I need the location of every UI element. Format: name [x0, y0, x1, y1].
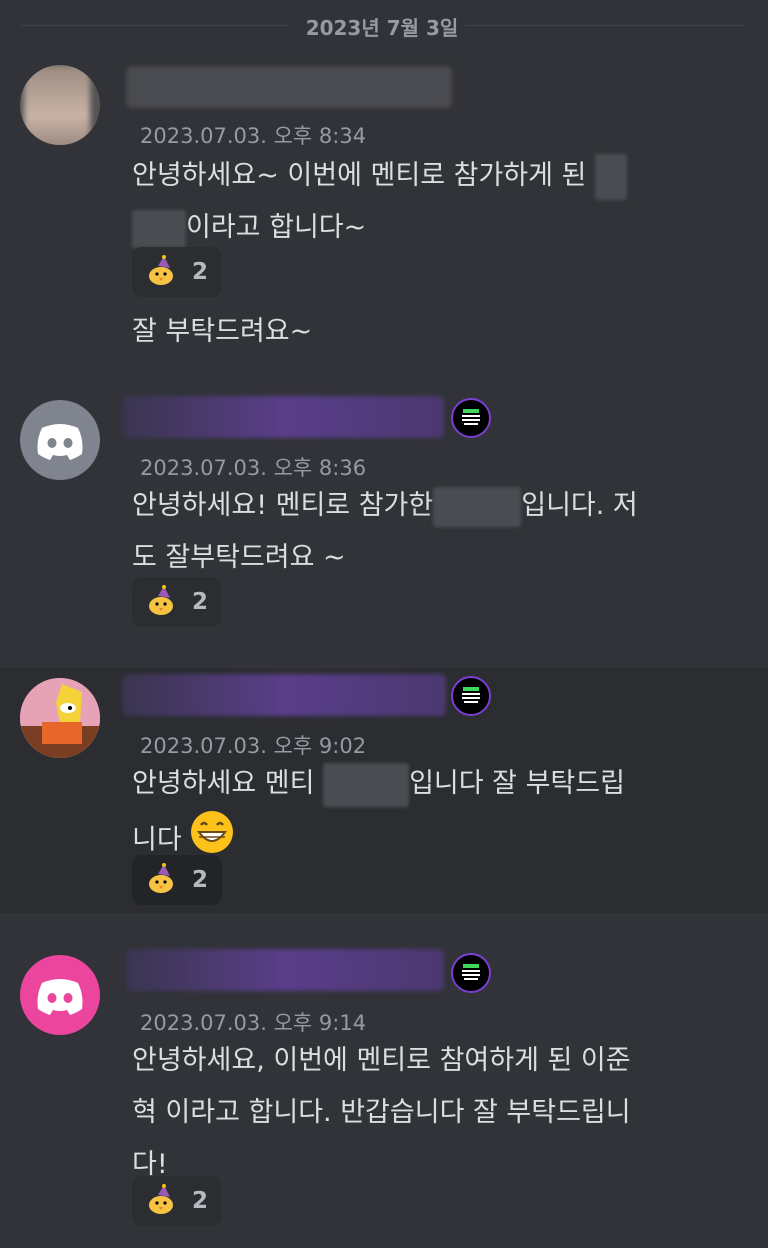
user-avatar-4[interactable] [20, 955, 100, 1035]
message-1: 2023.07.03. 오후 8:34 안녕하세요~ 이번에 멘티로 참가하게 … [0, 50, 768, 370]
discord-logo-icon [37, 979, 83, 1015]
user-avatar-1[interactable] [20, 65, 100, 145]
message-timestamp-1: 2023.07.03. 오후 8:34 [140, 124, 367, 148]
role-badge-icon [451, 953, 491, 993]
message-text-3b: 입니다 잘 부탁드립 [409, 768, 625, 799]
message-followup-1: 잘 부탁드려요~ [132, 316, 313, 347]
role-badge-icon [451, 676, 491, 716]
role-badge-icon [451, 398, 491, 438]
party-chick-icon [146, 862, 178, 898]
message-timestamp-3: 2023.07.03. 오후 9:02 [140, 734, 367, 758]
reaction-count-1: 2 [192, 259, 209, 285]
reaction-button-2[interactable]: 2 [132, 577, 222, 627]
message-text-2b: 입니다. 저 [521, 490, 638, 521]
message-text-2a: 안녕하세요! 멘티로 참가한 [132, 490, 434, 521]
message-text-1a: 안녕하세요~ 이번에 멘티로 참가하게 된 [132, 160, 587, 191]
party-chick-icon [146, 254, 178, 290]
redacted-name [595, 153, 627, 200]
message-text-3a: 안녕하세요 멘티 [132, 768, 315, 799]
message-3: 2023.07.03. 오후 9:02 안녕하세요 멘티 입니다 잘 부탁드립 … [0, 668, 768, 913]
date-divider-label: 2023년 7월 3일 [305, 16, 459, 40]
redacted-name [132, 209, 186, 248]
reaction-button-3[interactable]: 2 [132, 855, 222, 905]
message-text-4b: 혁 이라고 합니다. 반갑습니다 잘 부탁드립니 [132, 1097, 631, 1128]
message-text-3c: 니다 [132, 824, 182, 856]
message-text-2c: 도 잘부탁드려요 ~ [132, 542, 346, 573]
message-text-1b: 이라고 합니다~ [186, 212, 367, 243]
message-content-4: 안녕하세요, 이번에 멘티로 참여하게 된 이준 혁 이라고 합니다. 반갑습니… [132, 1035, 692, 1191]
message-4: 2023.07.03. 오후 9:14 안녕하세요, 이번에 멘티로 참여하게 … [0, 945, 768, 1245]
username-4[interactable] [126, 949, 444, 991]
message-2: 2023.07.03. 오후 8:36 안녕하세요! 멘티로 참가한 입니다. 저… [0, 390, 768, 652]
user-avatar-2[interactable] [20, 400, 100, 480]
message-content-2: 안녕하세요! 멘티로 참가한 입니다. 저 도 잘부탁드려요 ~ [132, 480, 692, 584]
username-1[interactable] [126, 66, 452, 108]
reaction-count-4: 2 [192, 1188, 209, 1214]
date-divider: 2023년 7월 3일 [20, 10, 744, 42]
party-chick-icon [146, 584, 178, 620]
message-content-1: 안녕하세요~ 이번에 멘티로 참가하게 된 이라고 합니다~ [132, 150, 692, 254]
message-timestamp-2: 2023.07.03. 오후 8:36 [140, 456, 367, 480]
message-timestamp-4: 2023.07.03. 오후 9:14 [140, 1011, 367, 1035]
username-2[interactable] [122, 396, 444, 438]
reaction-button-1[interactable]: 2 [132, 247, 222, 297]
reaction-count-3: 2 [192, 867, 209, 893]
redacted-name [433, 486, 522, 527]
party-chick-icon [146, 1183, 178, 1219]
message-text-4a: 안녕하세요, 이번에 멘티로 참여하게 된 이준 [132, 1045, 631, 1076]
discord-logo-icon [37, 424, 83, 460]
reaction-button-4[interactable]: 2 [132, 1176, 222, 1226]
reaction-count-2: 2 [192, 589, 209, 615]
username-3[interactable] [122, 674, 446, 716]
user-avatar-3[interactable] [20, 678, 100, 758]
redacted-name [323, 762, 410, 807]
